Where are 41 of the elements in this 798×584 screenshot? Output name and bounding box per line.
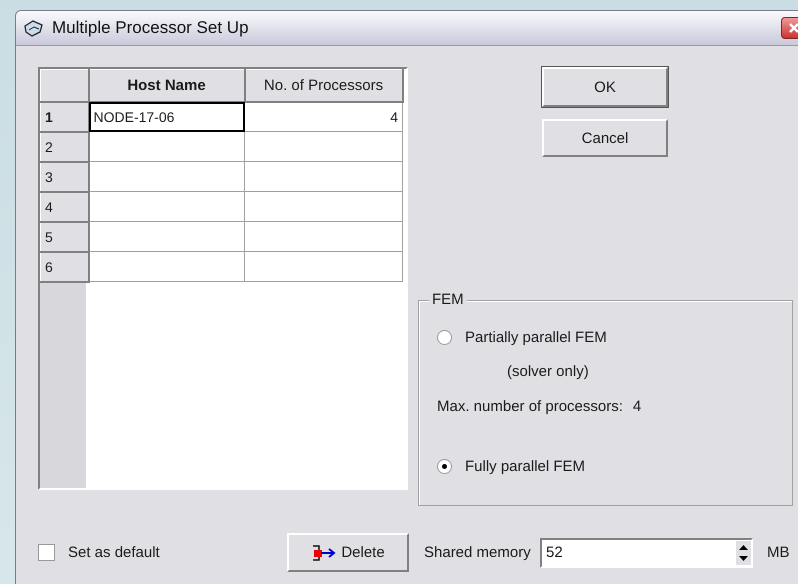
shared-memory-field[interactable]: 52: [540, 538, 753, 568]
radio-button[interactable]: [437, 330, 452, 344]
host-name-cell[interactable]: NODE-17-06: [88, 102, 244, 132]
note-text: (solver only): [507, 363, 589, 380]
host-name-cell[interactable]: [88, 132, 244, 162]
max-processors-label: Max. number of processors:: [437, 398, 623, 415]
host-name-cell[interactable]: [88, 252, 244, 282]
processors-cell[interactable]: [244, 132, 402, 162]
row-header[interactable]: 5: [40, 222, 88, 252]
column-header[interactable]: Host Name: [88, 70, 244, 102]
radio-button[interactable]: [437, 458, 452, 474]
checkbox[interactable]: [38, 544, 55, 561]
row-header[interactable]: 3: [40, 162, 88, 192]
corner-cell: [40, 70, 88, 102]
unit-label: MB: [767, 544, 790, 561]
row-header[interactable]: 4: [40, 192, 88, 222]
shared-memory-label: Shared memory: [424, 544, 532, 561]
close-icon: [788, 22, 798, 34]
field-value[interactable]: 52: [546, 544, 736, 561]
row-header[interactable]: 2: [40, 132, 88, 162]
row-header[interactable]: 1: [40, 102, 88, 132]
window-title: Multiple Processor Set Up: [52, 18, 249, 38]
processors-cell[interactable]: [244, 162, 402, 192]
spin-arrows-icon[interactable]: [736, 540, 751, 564]
processors-cell[interactable]: [244, 192, 402, 222]
delete-button[interactable]: Delete: [287, 533, 409, 572]
processors-cell[interactable]: [244, 252, 402, 282]
max-processors-value: 4: [632, 398, 642, 415]
dialog-button[interactable]: Cancel: [542, 119, 668, 157]
host-name-cell[interactable]: [88, 222, 244, 252]
dialog-button[interactable]: OK: [542, 67, 668, 107]
radio-label[interactable]: Fully parallel FEM: [465, 458, 586, 474]
processors-cell[interactable]: [244, 222, 402, 252]
processors-cell[interactable]: 4: [244, 102, 402, 132]
column-header[interactable]: No. of Processors: [244, 70, 402, 102]
radio-label[interactable]: Partially parallel FEM: [465, 328, 607, 346]
host-name-cell[interactable]: [88, 162, 244, 192]
delete-row-icon: [311, 542, 338, 562]
checkbox-label[interactable]: Set as default: [68, 544, 287, 561]
row-header[interactable]: 6: [40, 252, 88, 282]
host-name-cell[interactable]: [88, 192, 244, 222]
